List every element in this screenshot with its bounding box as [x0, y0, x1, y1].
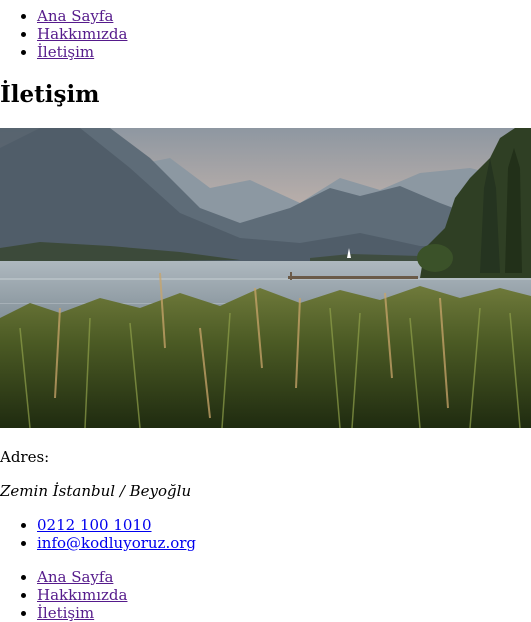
- nav-item: İletişim: [37, 43, 531, 61]
- contact-item: 0212 100 1010: [37, 516, 531, 534]
- nav-item: Ana Sayfa: [37, 568, 531, 586]
- nav-link-about[interactable]: Hakkımızda: [37, 586, 127, 604]
- nav-link-home[interactable]: Ana Sayfa: [37, 7, 113, 25]
- nav-link-contact[interactable]: İletişim: [37, 43, 94, 61]
- phone-link[interactable]: 0212 100 1010: [37, 516, 152, 534]
- nav-item: Ana Sayfa: [37, 7, 531, 25]
- bottom-navigation: Ana Sayfa Hakkımızda İletişim: [0, 568, 531, 622]
- nav-link-home[interactable]: Ana Sayfa: [37, 568, 113, 586]
- nav-item: Hakkımızda: [37, 586, 531, 604]
- nav-link-about[interactable]: Hakkımızda: [37, 25, 127, 43]
- contact-list: 0212 100 1010 info@kodluyoruz.org: [0, 516, 531, 552]
- hero-landscape-image: [0, 128, 531, 428]
- nav-item: İletişim: [37, 604, 531, 622]
- address-text: Zemin İstanbul / Beyoğlu: [0, 482, 192, 500]
- nav-item: Hakkımızda: [37, 25, 531, 43]
- top-navigation: Ana Sayfa Hakkımızda İletişim: [0, 7, 531, 61]
- contact-item: info@kodluyoruz.org: [37, 534, 531, 552]
- nav-link-contact[interactable]: İletişim: [37, 604, 94, 622]
- address-value: Zemin İstanbul / Beyoğlu: [0, 482, 191, 500]
- address-label: Adres:: [0, 448, 50, 466]
- page-title: İletişim: [0, 81, 100, 108]
- email-link[interactable]: info@kodluyoruz.org: [37, 534, 196, 552]
